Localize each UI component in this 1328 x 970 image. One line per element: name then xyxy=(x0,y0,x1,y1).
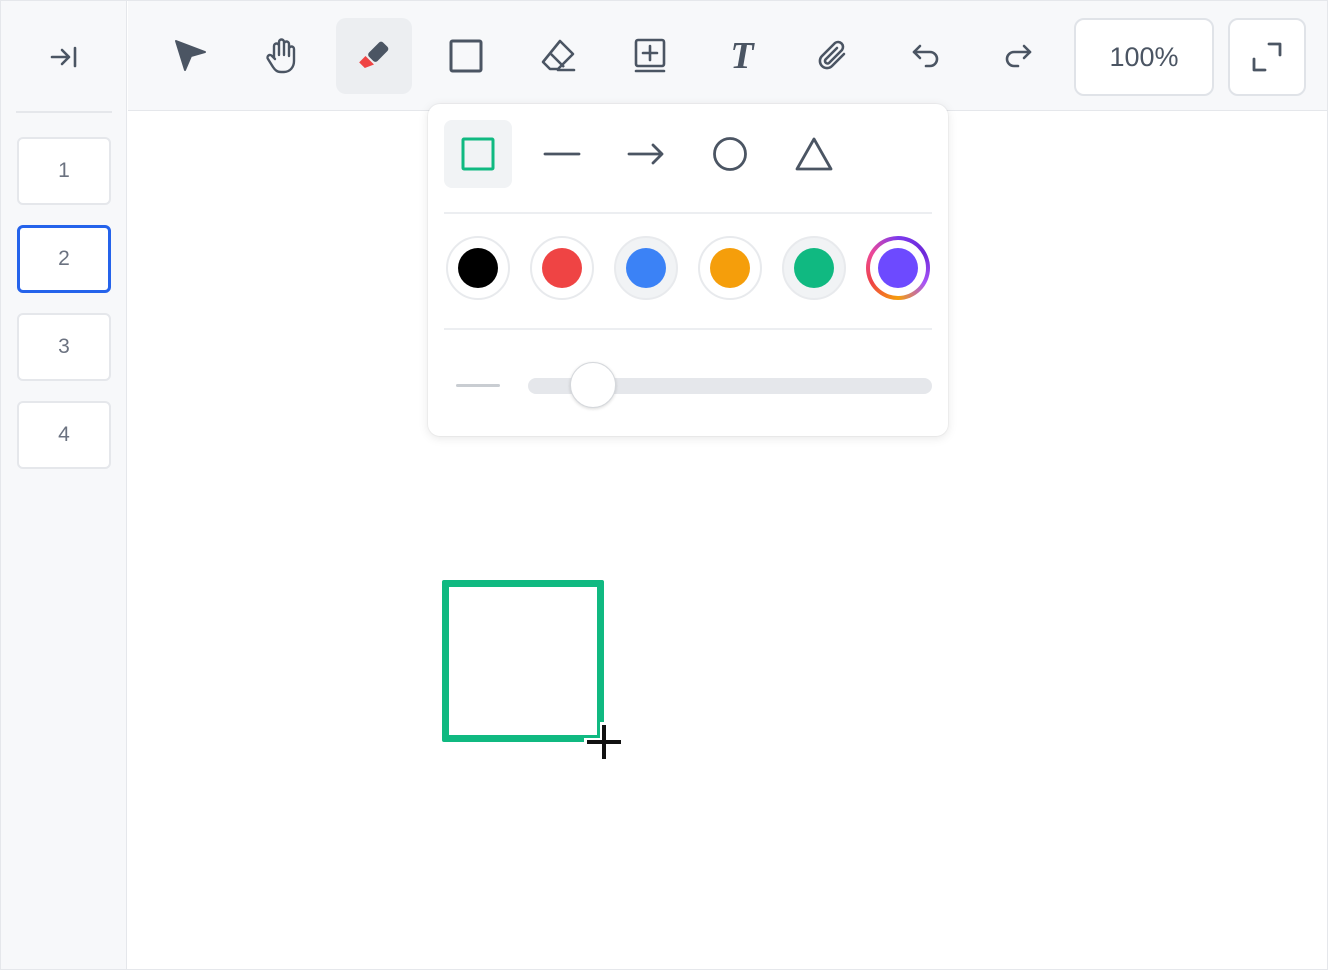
color-dot xyxy=(878,248,918,288)
page-thumb-4[interactable]: 4 xyxy=(17,401,111,469)
undo-button[interactable] xyxy=(888,18,964,94)
color-swatch-green[interactable] xyxy=(782,236,846,300)
color-dot xyxy=(542,248,582,288)
pages-sidebar: 1 2 3 4 xyxy=(1,1,127,969)
color-swatch-red[interactable] xyxy=(530,236,594,300)
attach-button[interactable] xyxy=(796,18,872,94)
popover-divider xyxy=(444,328,932,330)
zoom-level-label: 100% xyxy=(1109,41,1179,72)
arrow-shape-icon xyxy=(627,143,664,165)
collapse-sidebar-icon xyxy=(50,46,77,68)
stroke-width-slider-thumb[interactable] xyxy=(569,362,616,408)
color-dot xyxy=(626,248,666,288)
add-page-button[interactable] xyxy=(612,18,688,94)
toolbar: T 100% xyxy=(128,1,1327,111)
pan-tool-button[interactable] xyxy=(244,18,320,94)
color-swatch-black[interactable] xyxy=(446,236,510,300)
shape-arrow-option[interactable] xyxy=(612,120,680,188)
eraser-icon xyxy=(541,39,576,72)
page-thumb-1[interactable]: 1 xyxy=(17,137,111,205)
color-swatch-blue[interactable] xyxy=(614,236,678,300)
zoom-level-button[interactable]: 100% xyxy=(1074,18,1214,96)
page-number: 4 xyxy=(58,423,70,446)
add-page-icon xyxy=(634,38,666,73)
paperclip-icon xyxy=(818,40,846,70)
color-dot xyxy=(458,248,498,288)
shape-triangle-option[interactable] xyxy=(780,120,848,188)
page-number: 1 xyxy=(58,159,70,182)
page-thumb-3[interactable]: 3 xyxy=(17,313,111,381)
circle-shape-icon xyxy=(713,137,747,171)
marker-icon xyxy=(359,41,389,69)
select-tool-button[interactable] xyxy=(152,18,228,94)
text-icon: T xyxy=(730,35,754,77)
fullscreen-icon xyxy=(1252,42,1282,72)
page-number: 2 xyxy=(58,247,70,270)
shape-tool-button[interactable] xyxy=(428,18,504,94)
color-ring-inner xyxy=(870,240,926,296)
color-swatch-custom[interactable] xyxy=(866,236,930,300)
line-shape-icon xyxy=(543,152,581,156)
collapse-sidebar-button[interactable] xyxy=(41,37,87,77)
page-thumb-2[interactable]: 2 xyxy=(17,225,111,293)
stroke-width-preview xyxy=(456,384,500,387)
triangle-shape-icon xyxy=(795,137,833,171)
popover-divider xyxy=(444,212,932,214)
page-number: 3 xyxy=(58,335,70,358)
crosshair-cursor-icon xyxy=(584,722,624,762)
eraser-tool-button[interactable] xyxy=(520,18,596,94)
color-dot xyxy=(710,248,750,288)
drawn-rectangle[interactable] xyxy=(442,580,604,742)
hand-icon xyxy=(266,38,296,74)
text-tool-button[interactable]: T xyxy=(704,18,780,94)
color-dot xyxy=(794,248,834,288)
undo-icon xyxy=(912,44,939,68)
redo-icon xyxy=(1005,44,1032,68)
fullscreen-button[interactable] xyxy=(1228,18,1306,96)
shape-options-popover xyxy=(428,104,948,436)
redo-button[interactable] xyxy=(980,18,1056,94)
shape-circle-option[interactable] xyxy=(696,120,764,188)
rectangle-shape-icon xyxy=(461,137,495,171)
shape-rectangle-option[interactable] xyxy=(444,120,512,188)
shape-line-option[interactable] xyxy=(528,120,596,188)
color-swatch-orange[interactable] xyxy=(698,236,762,300)
sidebar-divider xyxy=(16,111,112,113)
pointer-arrow-icon xyxy=(175,40,206,71)
square-icon xyxy=(449,39,483,73)
marker-tool-button[interactable] xyxy=(336,18,412,94)
